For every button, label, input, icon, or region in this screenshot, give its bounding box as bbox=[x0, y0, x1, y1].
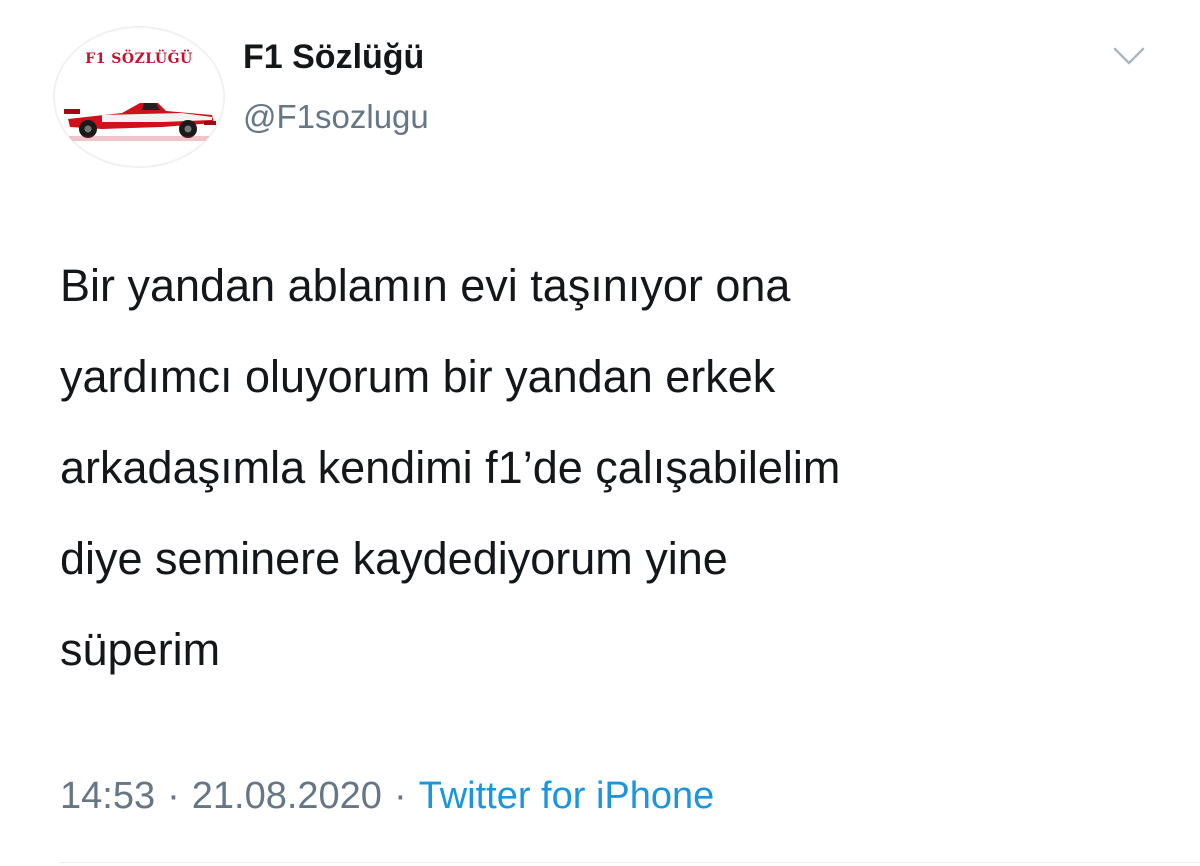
meta-separator: · bbox=[167, 775, 180, 817]
tweet-date[interactable]: 21.08.2020 bbox=[192, 775, 382, 817]
chevron-down-icon[interactable] bbox=[1112, 44, 1146, 68]
divider bbox=[60, 862, 1200, 863]
display-name[interactable]: F1 Sözlüğü bbox=[243, 38, 424, 77]
tweet-text-line: yardımcı oluyorum bir yandan erkek bbox=[60, 351, 776, 402]
tweet: F1 SÖZLÜĞÜ F1 Sözlüğü @F1sozlugu Bir yan… bbox=[0, 0, 1200, 866]
tweet-source-link[interactable]: Twitter for iPhone bbox=[419, 775, 715, 817]
tweet-text-line: diye seminere kaydediyorum yine bbox=[60, 533, 728, 584]
tweet-text: Bir yandan ablamın evi taşınıyor ona yar… bbox=[60, 240, 1180, 695]
tweet-time[interactable]: 14:53 bbox=[60, 775, 155, 817]
avatar-logo-text: F1 SÖZLÜĞÜ bbox=[85, 51, 193, 67]
f1-car-icon bbox=[62, 103, 218, 141]
tweet-text-line: Bir yandan ablamın evi taşınıyor ona bbox=[60, 260, 791, 311]
user-handle[interactable]: @F1sozlugu bbox=[243, 98, 429, 136]
tweet-meta: 14:53 · 21.08.2020 · Twitter for iPhone bbox=[60, 775, 714, 818]
tweet-text-line: arkadaşımla kendimi f1’de çalışabilelim bbox=[60, 442, 841, 493]
meta-separator: · bbox=[393, 775, 407, 817]
avatar[interactable]: F1 SÖZLÜĞÜ bbox=[53, 26, 225, 168]
tweet-text-line: süperim bbox=[60, 624, 221, 675]
